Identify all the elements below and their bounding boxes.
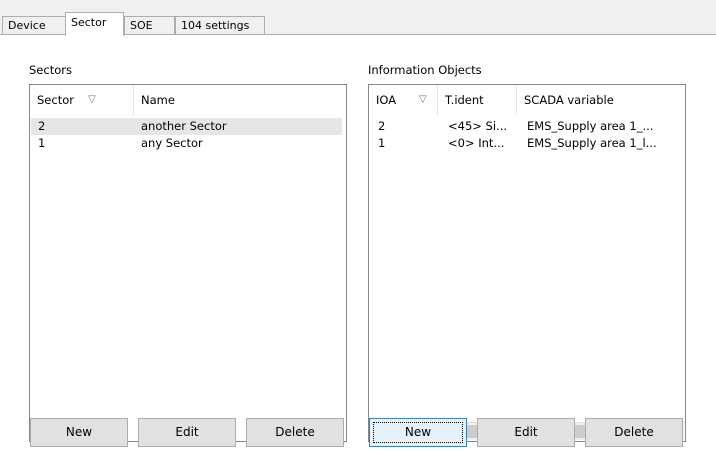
button-label: Delete <box>275 425 315 439</box>
information-objects-table[interactable]: IOA ▽ T.ident SCADA variable 2 <45> Si..… <box>368 84 686 442</box>
sectors-table[interactable]: Sector ▽ Name 2 another Sector 1 any Sec… <box>29 84 347 442</box>
tab-device[interactable]: Device <box>2 16 66 35</box>
cell-name: another Sector <box>141 119 227 133</box>
column-header-tident[interactable]: T.ident <box>438 85 517 115</box>
table-row[interactable]: 2 another Sector <box>31 118 342 135</box>
column-header-scada-variable[interactable]: SCADA variable <box>517 85 685 115</box>
information-objects-edit-button[interactable]: Edit <box>477 418 575 447</box>
column-header-label: Name <box>141 93 175 107</box>
sectors-new-button[interactable]: New <box>30 418 128 447</box>
tab-label: 104 settings <box>181 19 250 32</box>
focus-rectangle <box>373 422 463 443</box>
column-header-ioa[interactable]: IOA ▽ <box>369 85 438 115</box>
button-label: Edit <box>514 425 538 439</box>
information-objects-delete-button[interactable]: Delete <box>585 418 683 447</box>
table-row[interactable]: 1 <0> Int... EMS_Supply area 1_l... <box>370 135 684 152</box>
cell-tident: <0> Int... <box>448 136 505 150</box>
sectors-delete-button[interactable]: Delete <box>246 418 344 447</box>
tab-bar: Device Sector SOE 104 settings <box>0 0 716 36</box>
tab-104-settings[interactable]: 104 settings <box>175 16 265 35</box>
sort-triangle-icon: ▽ <box>419 94 427 105</box>
sectors-table-header: Sector ▽ Name <box>30 85 346 115</box>
button-label: Delete <box>614 425 654 439</box>
table-row[interactable]: 1 any Sector <box>31 135 342 152</box>
button-label: Edit <box>175 425 199 439</box>
sectors-edit-button[interactable]: Edit <box>138 418 236 447</box>
column-header-sector[interactable]: Sector ▽ <box>30 85 134 115</box>
cell-sector: 1 <box>38 136 46 150</box>
button-label: New <box>65 425 93 439</box>
cell-scada-variable: EMS_Supply area 1_l... <box>527 136 657 150</box>
cell-ioa: 2 <box>378 119 386 133</box>
tab-label: SOE <box>130 19 153 32</box>
column-header-label: SCADA variable <box>524 93 614 107</box>
sectors-title: Sectors <box>29 63 72 77</box>
cell-sector: 2 <box>38 119 46 133</box>
column-header-label: IOA <box>376 93 397 107</box>
sector-page: Sectors Sector ▽ Name 2 another Sector 1… <box>0 34 716 452</box>
column-header-name[interactable]: Name <box>134 85 346 115</box>
cell-name: any Sector <box>141 136 203 150</box>
information-objects-title: Information Objects <box>368 63 482 77</box>
sort-triangle-icon: ▽ <box>88 94 96 105</box>
information-objects-new-button[interactable]: New <box>369 418 467 447</box>
cell-tident: <45> Si... <box>448 119 508 133</box>
table-row[interactable]: 2 <45> Si... EMS_Supply area 1_... <box>370 118 684 135</box>
tab-soe[interactable]: SOE <box>124 16 175 35</box>
column-header-label: T.ident <box>445 93 484 107</box>
cell-ioa: 1 <box>378 136 386 150</box>
column-header-label: Sector <box>37 93 74 107</box>
tab-label: Device <box>8 19 46 32</box>
cell-scada-variable: EMS_Supply area 1_... <box>527 119 654 133</box>
tab-label: Sector <box>71 16 107 29</box>
information-objects-table-header: IOA ▽ T.ident SCADA variable <box>369 85 685 115</box>
tab-sector[interactable]: Sector <box>65 12 124 36</box>
